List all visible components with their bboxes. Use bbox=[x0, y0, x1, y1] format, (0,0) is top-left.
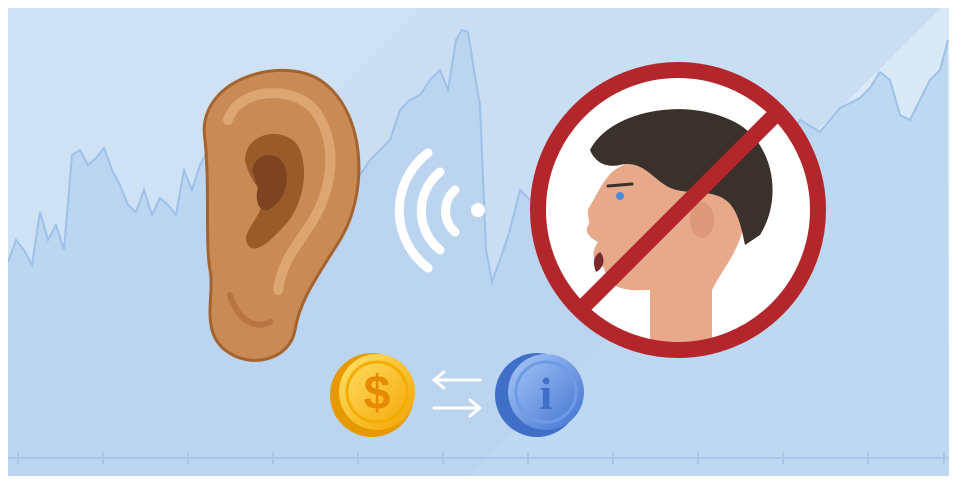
no-talking-icon bbox=[530, 62, 826, 358]
illustration-canvas: $ i bbox=[8, 8, 949, 476]
dollar-symbol: $ bbox=[364, 367, 391, 420]
info-symbol: i bbox=[540, 368, 553, 419]
illustration: $ i bbox=[0, 0, 957, 484]
